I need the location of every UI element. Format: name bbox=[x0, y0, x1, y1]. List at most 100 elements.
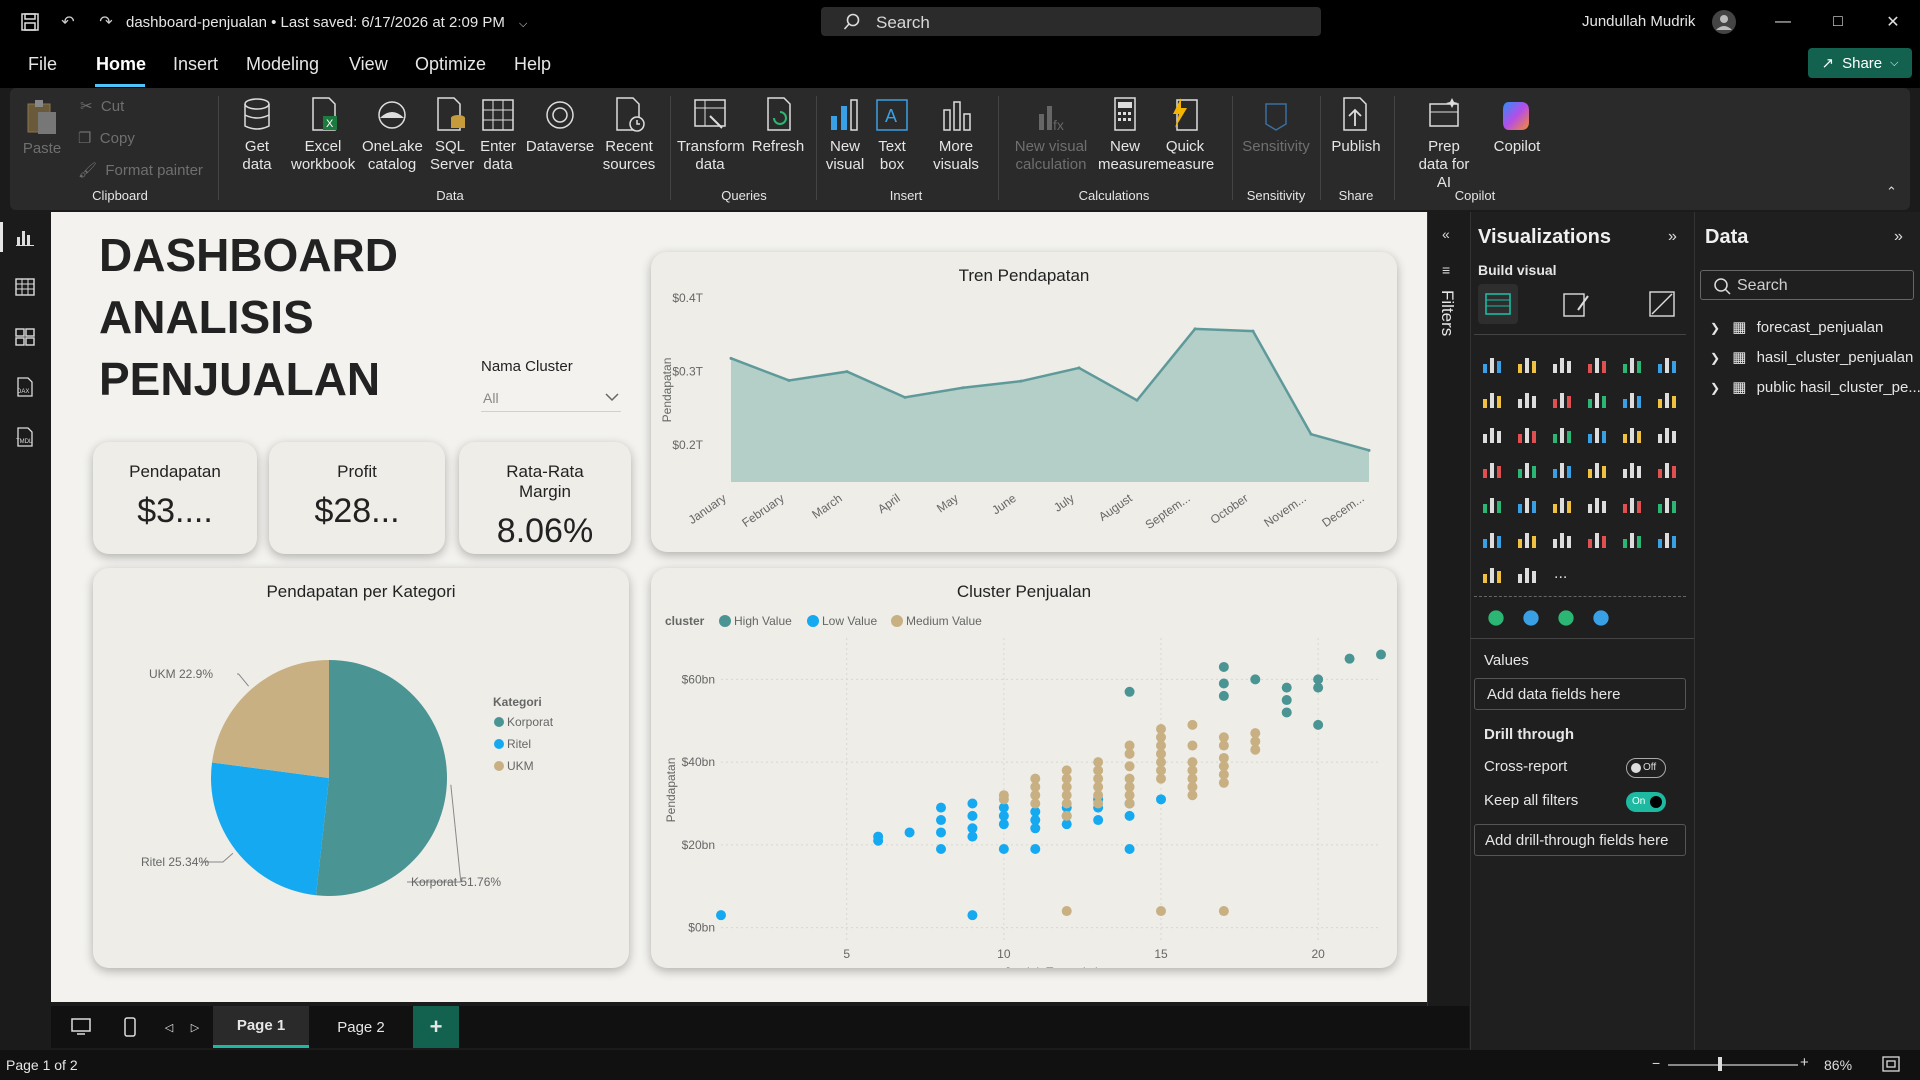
r-visual-icon[interactable] bbox=[1655, 492, 1679, 516]
excel-workbook-button[interactable]: X Excel workbook bbox=[286, 96, 360, 174]
paste-button[interactable]: Paste bbox=[22, 98, 62, 158]
new-visual-button[interactable]: New visual bbox=[822, 96, 868, 174]
key-influencers-icon[interactable] bbox=[1515, 527, 1539, 551]
share-button[interactable]: ↗ Share ⌵ bbox=[1808, 48, 1912, 78]
chevron-down-icon[interactable]: ⌵ bbox=[519, 18, 527, 30]
model-view-icon[interactable] bbox=[10, 322, 40, 352]
slicer-icon[interactable] bbox=[1550, 492, 1574, 516]
zoom-out-icon[interactable]: − bbox=[1652, 1055, 1660, 1071]
python-visual-icon[interactable] bbox=[1480, 527, 1504, 551]
new-measure-button[interactable]: New measure bbox=[1098, 96, 1156, 174]
clustered-bar-icon[interactable] bbox=[1550, 352, 1574, 376]
funnel-icon[interactable] bbox=[1550, 422, 1574, 446]
prep-data-for-ai-button[interactable]: Prep data for AI bbox=[1394, 96, 1494, 192]
card-icon[interactable] bbox=[1655, 457, 1679, 481]
chart-card-pendapatan-kategori[interactable]: Pendapatan per Kategori Korporat 51.76% R… bbox=[93, 568, 629, 968]
clustered-column-icon[interactable] bbox=[1585, 352, 1609, 376]
report-view-icon[interactable] bbox=[10, 222, 40, 252]
qa-icon[interactable] bbox=[1585, 527, 1609, 551]
menu-modeling[interactable]: Modeling bbox=[246, 54, 319, 75]
save-icon[interactable] bbox=[18, 10, 42, 34]
text-box-button[interactable]: A Text box bbox=[870, 96, 914, 174]
avatar[interactable] bbox=[1712, 10, 1736, 34]
chevron-right-icon[interactable]: ❯ bbox=[1710, 351, 1720, 365]
cut-button[interactable]: ✂ Cut bbox=[80, 98, 124, 116]
more-visuals-button[interactable]: More visuals bbox=[918, 96, 994, 174]
format-visual-tab[interactable] bbox=[1560, 288, 1592, 325]
filled-map-icon[interactable] bbox=[1550, 457, 1574, 481]
dataverse-button[interactable]: Dataverse bbox=[522, 96, 598, 156]
azure-map-icon[interactable] bbox=[1585, 457, 1609, 481]
copilot-button[interactable]: Copilot bbox=[1482, 96, 1552, 156]
menu-help[interactable]: Help bbox=[514, 54, 551, 75]
get-data-button[interactable]: Get data bbox=[232, 96, 282, 174]
menu-insert[interactable]: Insert bbox=[173, 54, 218, 75]
paginated-icon[interactable] bbox=[1655, 527, 1679, 551]
table-item-forecast[interactable]: ❯ ▦ forecast_penjualan bbox=[1710, 318, 1883, 336]
zoom-slider-thumb[interactable] bbox=[1718, 1057, 1722, 1071]
data-search-input[interactable]: Search bbox=[1700, 270, 1914, 300]
dax-query-view-icon[interactable]: DAX bbox=[10, 372, 40, 402]
narrative-icon[interactable] bbox=[1620, 527, 1644, 551]
enter-data-button[interactable]: Enter data bbox=[478, 96, 518, 174]
table-item-public-hasil-cluster[interactable]: ❯ ▦ public hasil_cluster_pe... bbox=[1710, 378, 1920, 396]
expand-filters-icon[interactable]: « bbox=[1442, 226, 1450, 242]
line-column-icon[interactable] bbox=[1620, 387, 1644, 411]
more-icon[interactable]: ... bbox=[1550, 562, 1574, 586]
drill-through-drop-zone[interactable]: Add drill-through fields here bbox=[1474, 824, 1686, 856]
100-area-icon[interactable] bbox=[1585, 387, 1609, 411]
ribbon-icon[interactable] bbox=[1480, 422, 1504, 446]
power-apps-icon[interactable] bbox=[1480, 562, 1504, 586]
zoom-in-icon[interactable]: + bbox=[1800, 1054, 1809, 1071]
keep-filters-toggle[interactable]: On bbox=[1626, 792, 1666, 812]
previous-page-icon[interactable]: ◁ bbox=[159, 1006, 179, 1048]
stacked-area-icon[interactable] bbox=[1550, 387, 1574, 411]
line-stacked-column-icon[interactable] bbox=[1655, 387, 1679, 411]
report-canvas[interactable]: DASHBOARD ANALISIS PENJUALAN Nama Cluste… bbox=[51, 212, 1427, 1002]
page-tab-1[interactable]: Page 1 bbox=[213, 1006, 309, 1048]
stacked-bar-icon[interactable] bbox=[1480, 352, 1504, 376]
chart-card-cluster-penjualan[interactable]: Cluster Penjualan 5 10 15 20 $0bn $20bn $40bn $… bbox=[651, 568, 1397, 968]
scatter-icon[interactable] bbox=[1585, 422, 1609, 446]
maximize-icon[interactable]: □ bbox=[1818, 8, 1858, 36]
collapse-ribbon-icon[interactable]: ⌃ bbox=[1886, 184, 1897, 200]
gauge-icon[interactable] bbox=[1620, 457, 1644, 481]
kpi-card-profit[interactable]: Profit $28... bbox=[269, 442, 445, 554]
fit-to-page-icon[interactable] bbox=[1882, 1056, 1900, 1077]
filters-label[interactable]: Filters bbox=[1437, 290, 1457, 336]
values-drop-zone[interactable]: Add data fields here bbox=[1474, 678, 1686, 710]
minimize-icon[interactable]: — bbox=[1763, 8, 1803, 36]
donut-icon[interactable] bbox=[1655, 422, 1679, 446]
treemap-icon[interactable] bbox=[1480, 457, 1504, 481]
tmdl-view-icon[interactable]: TMDL bbox=[10, 422, 40, 452]
copy-button[interactable]: ❐ Copy bbox=[78, 130, 135, 148]
chart-card-tren-pendapatan[interactable]: Tren Pendapatan $0.2T $0.3T $0.4T Pendapata… bbox=[651, 252, 1397, 552]
custom-visual-icon[interactable] bbox=[1589, 606, 1613, 630]
waterfall-icon[interactable] bbox=[1515, 422, 1539, 446]
stacked-column-icon[interactable] bbox=[1515, 352, 1539, 376]
multi-row-card-icon[interactable] bbox=[1480, 492, 1504, 516]
analytics-tab[interactable] bbox=[1646, 288, 1678, 325]
undo-icon[interactable]: ↶ bbox=[56, 10, 80, 34]
cross-report-toggle[interactable]: Off bbox=[1626, 758, 1666, 778]
decomposition-tree-icon[interactable] bbox=[1550, 527, 1574, 551]
page-tab-2[interactable]: Page 2 bbox=[313, 1006, 409, 1048]
refresh-button[interactable]: Refresh bbox=[746, 96, 810, 156]
add-page-button[interactable]: + bbox=[413, 1006, 459, 1048]
cluster-slicer-dropdown[interactable]: All bbox=[481, 384, 621, 412]
build-visual-tab[interactable] bbox=[1478, 284, 1518, 324]
format-painter-button[interactable]: 🖌 Format painter bbox=[78, 162, 203, 180]
onelake-catalog-button[interactable]: OneLake catalog bbox=[360, 96, 424, 174]
chevron-right-icon[interactable]: ❯ bbox=[1710, 321, 1720, 335]
100-column-icon[interactable] bbox=[1655, 352, 1679, 376]
map-icon[interactable] bbox=[1515, 457, 1539, 481]
trophy-icon[interactable] bbox=[1554, 606, 1578, 630]
new-visual-calculation-button[interactable]: fx New visual calculation bbox=[1006, 96, 1096, 174]
global-search[interactable]: Search bbox=[821, 7, 1321, 36]
kpi-card-pendapatan[interactable]: Pendapatan $3.... bbox=[93, 442, 257, 554]
table-icon[interactable] bbox=[1585, 492, 1609, 516]
zoom-slider[interactable] bbox=[1668, 1064, 1798, 1066]
collapse-data-pane-icon[interactable]: » bbox=[1894, 228, 1903, 246]
collapse-pane-icon[interactable]: » bbox=[1668, 228, 1677, 246]
sensitivity-button[interactable]: Sensitivity bbox=[1236, 96, 1316, 156]
